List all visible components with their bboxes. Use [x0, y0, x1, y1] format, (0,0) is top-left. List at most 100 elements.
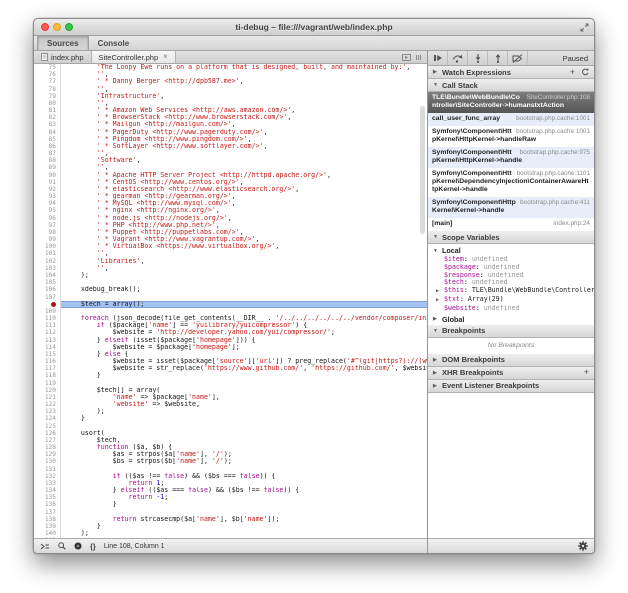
code-text[interactable]: ' * Pingdom <http://www.pingdom.com/>', — [61, 136, 427, 143]
gutter-line-number[interactable]: 140 — [34, 530, 61, 537]
code-text[interactable]: 'name' => $package['name'], — [61, 394, 427, 401]
section-dom-breakpoints[interactable]: ▶ DOM Breakpoints — [428, 354, 594, 367]
gutter-line-number[interactable]: 109 — [34, 308, 61, 315]
code-text[interactable]: return strcasecmp($a['name'], $b['name']… — [61, 516, 427, 523]
section-scope-variables[interactable]: ▼ Scope Variables — [428, 231, 594, 244]
code-text[interactable]: foreach (json_decode(file_get_contents(_… — [61, 315, 427, 322]
code-text[interactable]: ' * Puppet <http://puppetlabs.com/>', — [61, 229, 427, 236]
gutter-line-number[interactable]: 93 — [34, 193, 61, 200]
code-text[interactable]: $tech = array(); — [61, 301, 427, 308]
gutter-line-number[interactable]: 118 — [34, 372, 61, 379]
gutter-line-number[interactable]: 76 — [34, 71, 61, 78]
code-text[interactable]: ' * gearman <http://gearman.org/>', — [61, 193, 427, 200]
refresh-icon[interactable] — [581, 68, 589, 76]
code-text[interactable]: '', — [61, 164, 427, 171]
code-text[interactable]: ' * MySQL <http://www.mysql.com/>', — [61, 200, 427, 207]
code-text[interactable]: $bs = strpos($b['name'], '/'); — [61, 458, 427, 465]
gutter-line-number[interactable]: 101 — [34, 250, 61, 257]
gutter-line-number[interactable]: 97 — [34, 222, 61, 229]
code-text[interactable]: '', — [61, 150, 427, 157]
gutter-line-number[interactable]: 84 — [34, 129, 61, 136]
code-text[interactable]: ); — [61, 408, 427, 415]
gutter-line-number[interactable]: 137 — [34, 509, 61, 516]
gutter-line-number[interactable]: 114 — [34, 344, 61, 351]
disclosure-triangle-icon[interactable]: ▶ — [436, 288, 444, 296]
code-text[interactable]: } — [61, 372, 427, 379]
code-text[interactable]: ' * nginx <http://nginx.org/>', — [61, 207, 427, 214]
code-text[interactable] — [61, 466, 427, 473]
code-text[interactable]: 'Libraries', — [61, 258, 427, 265]
gutter-line-number[interactable]: 77 — [34, 78, 61, 85]
gutter-line-number[interactable]: 82 — [34, 114, 61, 121]
code-text[interactable]: $as = strpos($a['name'], '/'); — [61, 451, 427, 458]
code-text[interactable]: ' * Mailgun <http://mailgun.com/>', — [61, 121, 427, 128]
code-text[interactable]: $website = str_replace('https://www.gith… — [61, 365, 427, 372]
code-text[interactable] — [61, 423, 427, 430]
gutter-line-number[interactable]: 141 — [34, 537, 61, 538]
code-text[interactable]: 'Software', — [61, 157, 427, 164]
add-watch-expression-icon[interactable]: + — [570, 68, 575, 77]
code-text[interactable]: ' * Danny Berger <http://dpb587.me>', — [61, 78, 427, 85]
disable-breakpoints-button[interactable] — [508, 51, 528, 65]
gutter-line-number[interactable]: 100 — [34, 243, 61, 250]
gutter-line-number[interactable]: 112 — [34, 329, 61, 336]
code-text[interactable]: } elseif (($as === false) && ($bs !== fa… — [61, 487, 427, 494]
section-call-stack[interactable]: ▼ Call Stack — [428, 79, 594, 92]
gutter-line-number[interactable]: 136 — [34, 501, 61, 508]
scope-global-row[interactable]: ▶ Global — [428, 313, 594, 325]
gutter-line-number[interactable]: 129 — [34, 451, 61, 458]
gutter-line-number[interactable]: 113 — [34, 337, 61, 344]
scope-variable-row[interactable]: ▶$txt: Array(29) — [428, 296, 594, 305]
section-event-listener-breakpoints[interactable]: ▶ Event Listener Breakpoints — [428, 380, 594, 393]
call-stack-frame[interactable]: bootstrap.php.cache:1001Symfony\Componen… — [428, 126, 594, 147]
scope-variable-row[interactable]: ▶$this: TLE\Bundle\WebBundle\Controller\ — [428, 287, 594, 296]
call-stack-frame[interactable]: bootstrap.php.cache:411Symfony\Component… — [428, 197, 594, 218]
add-xhr-breakpoint-icon[interactable]: + — [584, 368, 589, 377]
gutter-line-number[interactable]: 133 — [34, 480, 61, 487]
call-stack-frame[interactable]: index.php:24[main] — [428, 218, 594, 231]
gutter-line-number[interactable]: 102 — [34, 258, 61, 265]
gutter-line-number[interactable]: 75 — [34, 64, 61, 71]
code-text[interactable]: return 1; — [61, 480, 427, 487]
code-text[interactable]: function ($a, $b) { — [61, 444, 427, 451]
scope-variable-row[interactable]: $tech: undefined — [428, 279, 594, 287]
scope-variable-row[interactable]: $website: undefined — [428, 305, 594, 313]
gutter-line-number[interactable]: 122 — [34, 401, 61, 408]
scope-variable-row[interactable]: $package: undefined — [428, 264, 594, 272]
code-text[interactable]: $tech, — [61, 437, 427, 444]
gutter-line-number[interactable]: 106 — [34, 286, 61, 293]
step-over-button[interactable] — [448, 51, 468, 65]
gutter-line-number[interactable]: 120 — [34, 387, 61, 394]
section-xhr-breakpoints[interactable]: ▶ XHR Breakpoints + — [428, 367, 594, 380]
gutter-line-number[interactable]: 99 — [34, 236, 61, 243]
gutter-line-number[interactable]: 111 — [34, 322, 61, 329]
gutter-line-number[interactable]: 98 — [34, 229, 61, 236]
call-stack-frame[interactable]: SiteController.php:108TLE\Bundle\WebBund… — [428, 92, 594, 113]
gutter-line-number[interactable]: 104 — [34, 272, 61, 279]
code-text[interactable]: $website = isset($package['source']['url… — [61, 358, 427, 365]
gutter-line-number[interactable]: 103 — [34, 265, 61, 272]
step-out-button[interactable] — [488, 51, 508, 65]
code-text[interactable]: } — [61, 501, 427, 508]
gutter-line-number[interactable]: 121 — [34, 394, 61, 401]
code-text[interactable]: $website = $package['homepage']; — [61, 344, 427, 351]
code-text[interactable]: usort( — [61, 430, 427, 437]
code-text[interactable]: 'The Loopy Ewe runs on a platform that i… — [61, 64, 427, 71]
boxed-arrow-icon[interactable] — [402, 54, 411, 61]
code-scrollbar-thumb[interactable] — [420, 106, 425, 234]
code-text[interactable]: } else { — [61, 351, 427, 358]
titlebar[interactable]: ti-debug – file:///vagrant/web/index.php — [34, 19, 594, 36]
code-text[interactable]: '', — [61, 71, 427, 78]
search-icon[interactable] — [58, 542, 66, 550]
code-text[interactable]: xdebug_break(); — [61, 286, 427, 293]
code-text[interactable] — [61, 537, 427, 538]
code-text[interactable]: ' * BrowserStack <http://www.browserstac… — [61, 114, 427, 121]
scope-local-row[interactable]: ▼ Local — [428, 244, 594, 256]
code-text[interactable]: if (($as !== false) && ($bs === false)) … — [61, 473, 427, 480]
code-text[interactable] — [61, 509, 427, 516]
gutter-line-number[interactable]: 81 — [34, 107, 61, 114]
close-window-button[interactable] — [41, 23, 49, 31]
code-text[interactable]: } — [61, 523, 427, 530]
section-watch-expressions[interactable]: ▶ Watch Expressions + — [428, 66, 594, 79]
code-text[interactable]: } — [61, 415, 427, 422]
